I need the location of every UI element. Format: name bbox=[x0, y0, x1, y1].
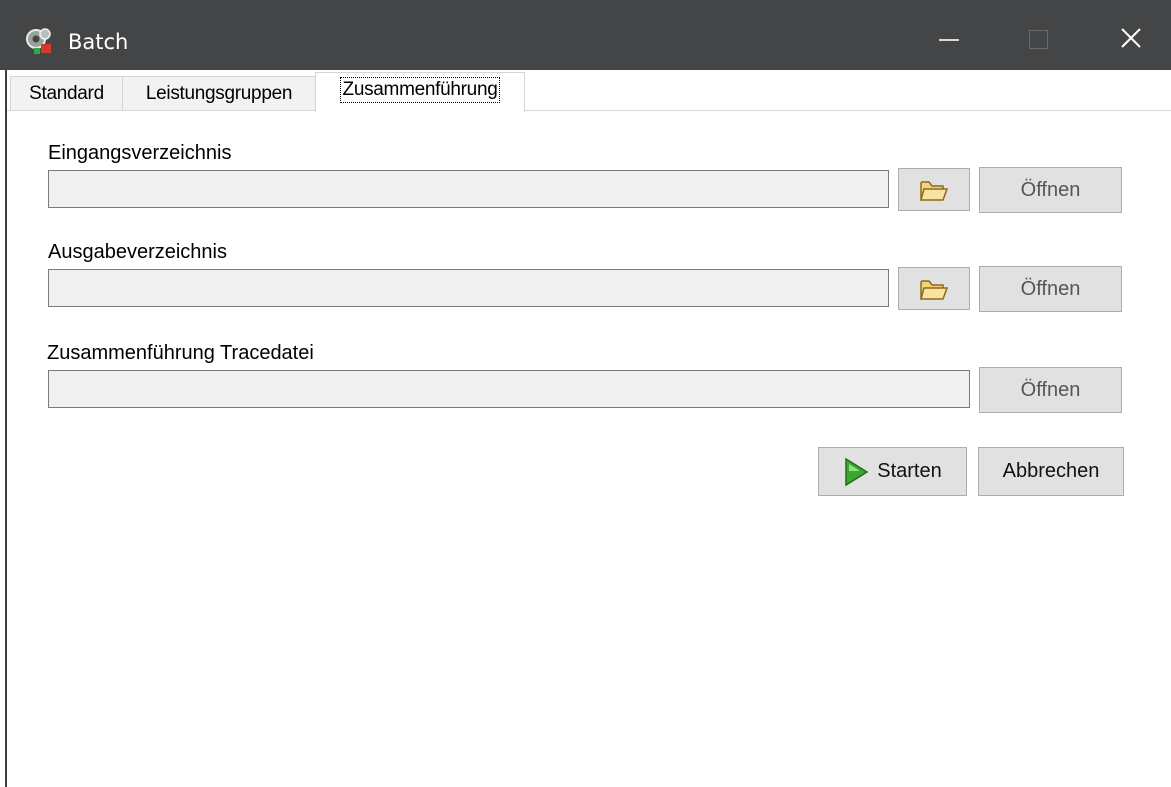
tab-standard[interactable]: Standard bbox=[10, 76, 123, 110]
minimize-icon bbox=[939, 39, 959, 41]
play-icon bbox=[845, 457, 869, 486]
start-button-label: Starten bbox=[877, 460, 942, 482]
trace-file-label: Zusammenführung Tracedatei bbox=[47, 342, 314, 364]
cancel-button[interactable]: Abbrechen bbox=[978, 447, 1124, 496]
open-button-label: Öffnen bbox=[1020, 378, 1081, 401]
input-dir-open-button[interactable]: Öffnen bbox=[979, 167, 1122, 213]
cancel-button-label: Abbrechen bbox=[1002, 460, 1100, 482]
client-area: Standard Leistungsgruppen Zusammenführun… bbox=[7, 70, 1171, 787]
input-dir-field[interactable] bbox=[48, 170, 889, 208]
folder-icon bbox=[920, 279, 949, 300]
tab-leistungsgruppen[interactable]: Leistungsgruppen bbox=[122, 76, 316, 110]
start-button[interactable]: Starten bbox=[818, 447, 967, 496]
output-dir-field[interactable] bbox=[48, 269, 889, 307]
trace-file-field[interactable] bbox=[48, 370, 970, 408]
input-dir-browse-button[interactable] bbox=[898, 168, 970, 211]
tab-zusammenfuehrung[interactable]: Zusammenführung bbox=[315, 72, 525, 112]
output-dir-browse-button[interactable] bbox=[898, 267, 970, 310]
output-dir-label: Ausgabeverzeichnis bbox=[48, 241, 227, 263]
output-dir-open-button[interactable]: Öffnen bbox=[979, 266, 1122, 312]
folder-icon bbox=[920, 180, 949, 201]
window-border bbox=[0, 70, 7, 787]
window-title: Batch bbox=[68, 30, 129, 54]
open-button-label: Öffnen bbox=[1020, 277, 1081, 300]
input-dir-label: Eingangsverzeichnis bbox=[48, 142, 232, 164]
title-bar[interactable]: Batch bbox=[0, 0, 1171, 70]
tab-strip: Standard Leistungsgruppen Zusammenführun… bbox=[7, 70, 1171, 112]
minimize-button[interactable] bbox=[905, 14, 995, 66]
batch-window: Batch Standard Leistungsgruppen Zusammen… bbox=[0, 0, 1171, 787]
close-button[interactable] bbox=[1085, 14, 1171, 66]
maximize-button[interactable] bbox=[995, 14, 1085, 66]
tab-label: Leistungsgruppen bbox=[145, 83, 293, 104]
close-icon bbox=[1121, 28, 1141, 48]
open-button-label: Öffnen bbox=[1020, 178, 1081, 201]
tab-label: Zusammenführung bbox=[339, 77, 501, 103]
gear-icon bbox=[24, 26, 60, 56]
tab-label: Standard bbox=[29, 83, 104, 104]
maximize-icon bbox=[1029, 30, 1048, 49]
trace-file-open-button[interactable]: Öffnen bbox=[979, 367, 1122, 413]
